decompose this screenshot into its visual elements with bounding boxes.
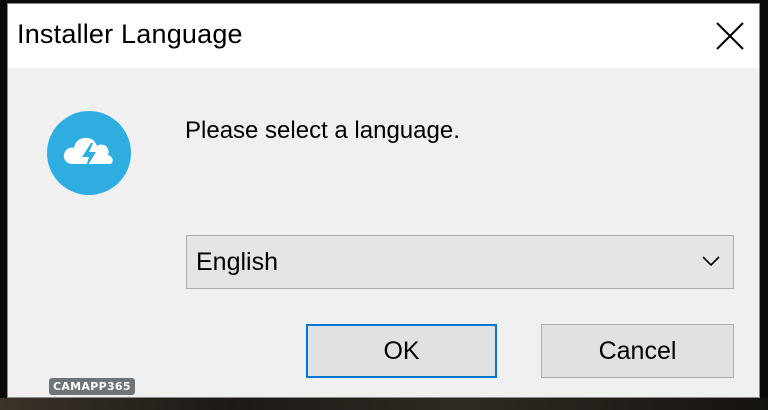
watermark-badge: CAMAPP365	[49, 378, 135, 395]
window-title: Installer Language	[17, 19, 243, 49]
cancel-button[interactable]: Cancel	[541, 324, 734, 378]
chevron-down-icon	[702, 256, 720, 267]
desktop-background	[0, 398, 768, 410]
language-select-value: English	[196, 248, 278, 276]
installer-language-dialog: Installer Language Please select a langu…	[7, 3, 760, 398]
language-prompt: Please select a language.	[185, 117, 460, 144]
ok-button[interactable]: OK	[306, 324, 497, 378]
cloud-lightning-icon	[47, 111, 131, 195]
language-select[interactable]: English	[186, 235, 734, 289]
close-button[interactable]	[701, 4, 759, 68]
title-bar: Installer Language	[8, 4, 759, 68]
close-icon	[716, 22, 744, 50]
